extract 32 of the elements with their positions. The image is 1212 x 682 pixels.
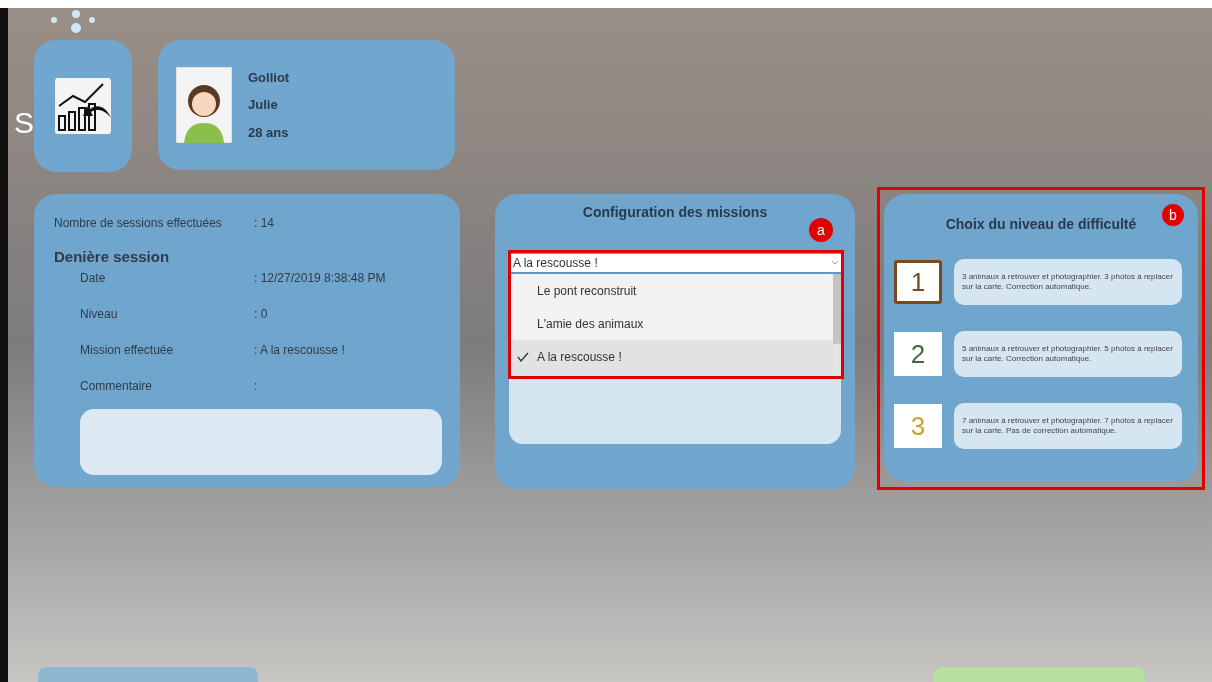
session-field-value: : — [254, 377, 258, 395]
level-description: 3 animaux à retrouver et photographier. 3 photos à replacer sur la carte. Correction automatique. — [954, 259, 1182, 305]
difficulty-title: Choix du niveau de difficulté — [945, 215, 1137, 234]
level-description: 5 animaux à retrouver et photographier. 5 photos à replacer sur la carte. Correction automatique. — [954, 331, 1182, 377]
session-field-label: Date — [80, 269, 107, 287]
missions-title: Configuration des missions — [582, 203, 768, 222]
statistics-button[interactable] — [34, 40, 132, 172]
session-field-label: Niveau — [80, 305, 119, 323]
age: 28 ans — [248, 123, 290, 142]
last-name: Golliot — [248, 68, 290, 87]
dropdown-option[interactable]: A la rescousse ! — [511, 340, 833, 373]
level-button[interactable]: 2 — [894, 332, 942, 376]
mission-dropdown[interactable]: A la rescousse ! — [511, 254, 841, 274]
session-field-value: : 0 — [254, 305, 268, 323]
checkmark-icon — [517, 351, 529, 362]
avatar-icon — [176, 67, 232, 143]
sessions-value: : 14 — [254, 215, 274, 232]
annotation-marker: a — [809, 218, 833, 242]
level-description: 7 animaux à retrouver et photographier. 7 photos à replacer sur la carte. Pas de correction automatique. — [954, 403, 1182, 449]
session-field-label: Mission effectuée — [80, 341, 175, 359]
comment-box[interactable] — [80, 408, 442, 475]
session-field-value: : A la rescousse ! — [254, 341, 345, 359]
level-button[interactable]: 1 — [894, 260, 942, 304]
annotation-marker: b — [1162, 204, 1184, 226]
scrollbar[interactable] — [833, 274, 841, 373]
session-field-value: : 12/27/2019 8:38:48 PM — [254, 269, 386, 287]
session-field-label: Commentaire — [80, 377, 154, 395]
chevron-down-icon — [831, 260, 839, 266]
sessions-label: Nombre de sessions effectuées — [54, 215, 223, 232]
screen-title: S — [14, 105, 34, 141]
last-session-heading: Denière session — [54, 247, 171, 267]
first-name: Julie — [248, 96, 279, 115]
